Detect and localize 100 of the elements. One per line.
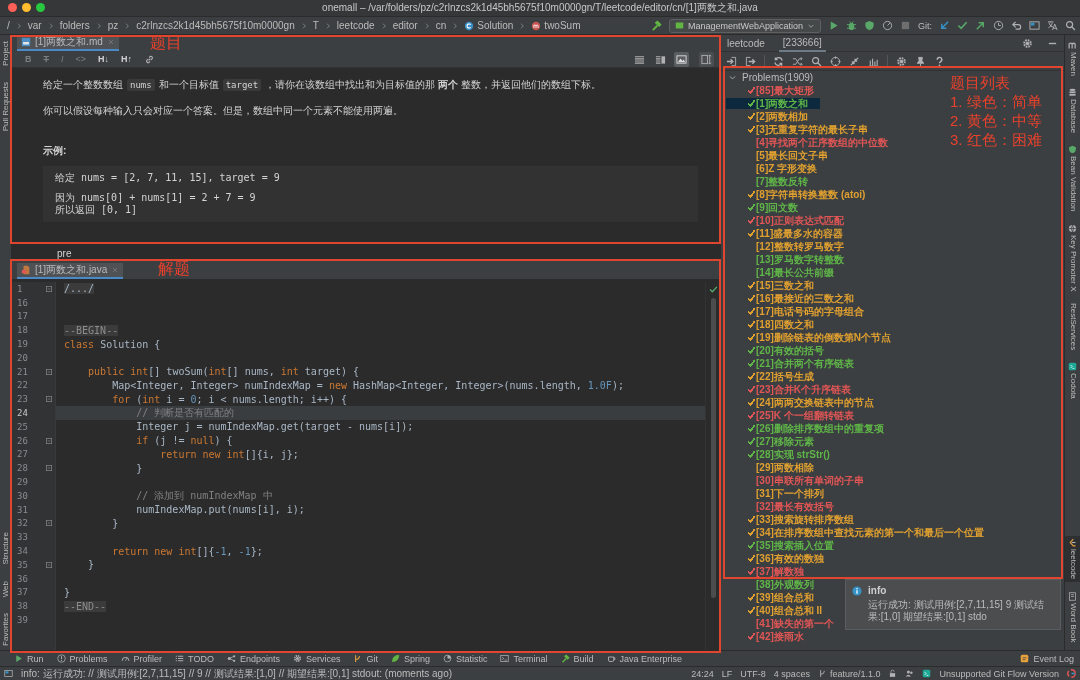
breadcrumb[interactable]: pz <box>104 20 122 31</box>
problem-item[interactable]: [8]字符串转换整数 (atoi) <box>726 189 869 200</box>
search-icon[interactable] <box>811 55 822 67</box>
tree-item[interactable]: Problems(1909) <box>726 72 817 83</box>
problem-item[interactable]: [27]移除元素 <box>726 436 817 447</box>
scrollbar[interactable] <box>710 298 716 598</box>
breadcrumb[interactable]: cn <box>432 20 450 31</box>
problem-item[interactable]: [35]搜索插入位置 <box>726 540 837 551</box>
arrow-icon[interactable] <box>975 20 986 31</box>
pin-icon[interactable] <box>915 55 926 67</box>
tool-window-button[interactable]: Problems <box>56 653 108 664</box>
terminal-icon[interactable] <box>922 669 932 678</box>
clock-icon[interactable] <box>993 20 1004 31</box>
git-branch[interactable]: feature/1.1.0 <box>817 668 881 679</box>
stop-icon[interactable] <box>900 20 911 31</box>
tool-window-tab[interactable]: Bean Validation <box>1065 143 1080 214</box>
window-icon[interactable] <box>4 669 13 678</box>
tool-window-button[interactable]: Event Log <box>1020 653 1074 664</box>
breadcrumb[interactable]: var <box>24 20 45 31</box>
breadcrumb[interactable]: c2rlnzcs2k1d45bh5675f10m0000gn <box>133 20 298 31</box>
shield-icon[interactable] <box>864 20 875 31</box>
problem-item[interactable]: [6]Z 字形变换 <box>726 163 821 174</box>
problem-item[interactable]: [5]最长回文子串 <box>726 150 832 161</box>
sign-in-icon[interactable] <box>726 55 737 67</box>
fold-icon[interactable] <box>45 519 53 528</box>
problem-item[interactable]: [2]两数相加 <box>726 111 812 122</box>
tool-window-button[interactable]: Spring <box>390 653 430 664</box>
problem-item[interactable]: [17]电话号码的字母组合 <box>726 306 867 317</box>
hammer-icon[interactable] <box>651 20 663 31</box>
fold-icon[interactable] <box>45 395 53 404</box>
sign-out-icon[interactable] <box>745 55 756 67</box>
problem-item[interactable]: [13]罗马数字转整数 <box>726 254 847 265</box>
link-icon[interactable] <box>144 53 156 65</box>
tool-window-tab[interactable]: Favorites <box>0 613 11 646</box>
search-icon[interactable] <box>1065 20 1076 31</box>
panel-tab[interactable]: [233666] <box>778 34 826 52</box>
gauge-icon[interactable] <box>882 20 893 31</box>
problem-item[interactable]: [40]组合总和 II <box>726 605 826 616</box>
tool-window-tab[interactable]: Database <box>1065 86 1080 136</box>
problem-item[interactable]: [20]有效的括号 <box>726 345 827 356</box>
tool-window-tab[interactable]: Web <box>0 580 11 598</box>
help-icon[interactable] <box>934 55 945 67</box>
breadcrumb[interactable]: folders <box>56 20 93 31</box>
settings-icon[interactable] <box>1022 37 1033 49</box>
tool-window-tab[interactable]: Word Book <box>1065 589 1080 644</box>
fold-icon[interactable] <box>45 436 53 445</box>
problem-item[interactable]: [11]盛最多水的容器 <box>726 228 847 239</box>
settings-icon[interactable] <box>896 55 907 67</box>
problem-item[interactable]: [14]最长公共前缀 <box>726 267 837 278</box>
problem-item[interactable]: [7]整数反转 <box>726 176 812 187</box>
tool-window-button[interactable]: Git <box>353 653 378 664</box>
problem-item[interactable]: [26]删除排序数组中的重复项 <box>726 423 887 434</box>
arrow-icon[interactable] <box>939 20 950 31</box>
problem-item[interactable]: [31]下一个排列 <box>726 488 827 499</box>
problem-item[interactable]: [38]外观数列 <box>726 579 817 590</box>
lock-icon[interactable] <box>888 669 898 678</box>
breadcrumb[interactable]: twoSum <box>528 20 584 31</box>
format-button[interactable]: H↑ <box>121 54 133 64</box>
problem-item[interactable]: [21]合并两个有序链表 <box>726 358 857 369</box>
problem-item[interactable]: [16]最接近的三数之和 <box>726 293 857 304</box>
run-configuration-dropdown[interactable]: ManagementWebApplication <box>669 18 821 33</box>
lines-icon[interactable] <box>634 53 645 65</box>
expand-icon[interactable] <box>728 73 737 82</box>
people-icon[interactable] <box>905 669 915 678</box>
image-icon[interactable] <box>676 53 687 65</box>
tool-window-button[interactable]: Services <box>292 653 341 664</box>
run-icon[interactable] <box>828 20 839 31</box>
fold-icon[interactable] <box>45 367 53 376</box>
shuffle-icon[interactable] <box>792 55 803 67</box>
tool-window-tab[interactable]: Key Promoter X <box>1065 221 1080 294</box>
check-icon[interactable] <box>957 20 968 31</box>
translate-icon[interactable] <box>1047 20 1058 31</box>
caret-position[interactable]: 24:24 <box>691 668 714 679</box>
tool-window-button[interactable]: Run <box>14 653 44 664</box>
fold-icon[interactable] <box>45 560 53 569</box>
breadcrumb[interactable]: T <box>309 20 322 31</box>
problem-item[interactable]: [3]无重复字符的最长子串 <box>726 124 872 135</box>
line-separator[interactable]: LF <box>721 668 733 679</box>
fold-icon[interactable] <box>45 464 53 473</box>
tool-window-tab[interactable]: Structure <box>0 532 11 565</box>
tool-window-button[interactable]: Java Enterprise <box>606 653 683 664</box>
breadcrumb[interactable]: editor <box>389 20 421 31</box>
breadcrumb[interactable]: / <box>4 20 13 31</box>
indent-setting[interactable]: 4 spaces <box>773 668 810 679</box>
problem-item[interactable]: [34]在排序数组中查找元素的第一个和最后一个位置 <box>726 527 987 538</box>
tool-window-tab[interactable]: Project <box>0 41 11 66</box>
crosshair-icon[interactable] <box>830 55 841 67</box>
bug-icon[interactable] <box>846 20 857 31</box>
problem-item[interactable]: [1]两数之和 <box>726 98 821 109</box>
tool-window-tab[interactable]: leetcode <box>1065 536 1080 582</box>
problem-item[interactable]: [22]括号生成 <box>726 371 817 382</box>
fold-icon[interactable] <box>45 284 53 293</box>
tool-window-tab[interactable]: Maven <box>1065 39 1080 78</box>
tool-window-button[interactable]: Profiler <box>120 653 163 664</box>
problem-item[interactable]: [9]回文数 <box>726 202 802 213</box>
problem-item[interactable]: [12]整数转罗马数字 <box>726 241 847 252</box>
tool-window-button[interactable]: Build <box>560 653 594 664</box>
undo-icon[interactable] <box>1011 20 1022 31</box>
tool-window-button[interactable]: Terminal <box>500 653 548 664</box>
tool-window-button[interactable]: TODO <box>175 653 214 664</box>
